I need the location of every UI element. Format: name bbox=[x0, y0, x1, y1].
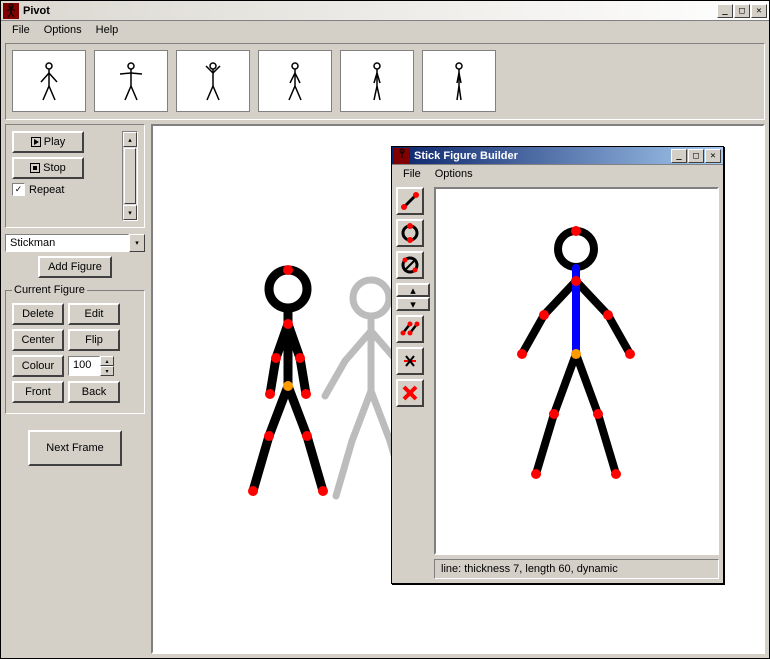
lower-area: Play Stop ✓ Repeat ▴ ▾ bbox=[5, 124, 765, 654]
frame-strip bbox=[5, 43, 765, 120]
builder-maximize-button[interactable]: □ bbox=[688, 149, 704, 163]
repeat-label: Repeat bbox=[29, 184, 64, 196]
size-value[interactable]: 100 bbox=[68, 356, 100, 376]
builder-canvas-wrap: line: thickness 7, length 60, dynamic bbox=[434, 187, 719, 579]
menu-options[interactable]: Options bbox=[37, 22, 89, 38]
toggle-tool-button[interactable] bbox=[396, 251, 424, 279]
play-button[interactable]: Play bbox=[12, 131, 84, 153]
builder-menu-file[interactable]: File bbox=[396, 166, 428, 182]
stop-button[interactable]: Stop bbox=[12, 157, 84, 179]
builder-title: Stick Figure Builder bbox=[412, 150, 671, 162]
flip-button[interactable]: Flip bbox=[68, 329, 120, 351]
line-tool-button[interactable] bbox=[396, 187, 424, 215]
window-buttons: _ □ ✕ bbox=[717, 4, 767, 18]
frame-thumb-6[interactable] bbox=[422, 50, 496, 112]
titlebar: Pivot _ □ ✕ bbox=[1, 1, 769, 21]
size-up-button[interactable]: ▴ bbox=[100, 356, 114, 366]
size-down-button[interactable]: ▾ bbox=[100, 366, 114, 376]
main-window: Pivot _ □ ✕ File Options Help bbox=[0, 0, 770, 659]
builder-app-icon bbox=[394, 148, 410, 164]
main-canvas[interactable]: Stick Figure Builder _ □ ✕ File Options bbox=[151, 124, 765, 654]
circle-tool-button[interactable] bbox=[396, 219, 424, 247]
builder-minimize-button[interactable]: _ bbox=[671, 149, 687, 163]
frame-thumb-1[interactable] bbox=[12, 50, 86, 112]
add-figure-button[interactable]: Add Figure bbox=[38, 256, 112, 278]
frame-thumb-2[interactable] bbox=[94, 50, 168, 112]
maximize-button[interactable]: □ bbox=[734, 4, 750, 18]
stop-icon bbox=[30, 163, 40, 173]
figure-dropdown-button[interactable]: ▾ bbox=[129, 234, 145, 252]
speed-scrollbar[interactable]: ▴ ▾ bbox=[122, 131, 138, 221]
play-icon bbox=[31, 137, 41, 147]
duplicate-tool-button[interactable] bbox=[396, 315, 424, 343]
back-button[interactable]: Back bbox=[68, 381, 120, 403]
minimize-button[interactable]: _ bbox=[717, 4, 733, 18]
builder-menu-options[interactable]: Options bbox=[428, 166, 480, 182]
next-frame-button[interactable]: Next Frame bbox=[28, 430, 121, 466]
frame-thumb-5[interactable] bbox=[340, 50, 414, 112]
builder-body: ▴ ▾ bbox=[392, 183, 723, 583]
front-button[interactable]: Front bbox=[12, 381, 64, 403]
delete-tool-button[interactable] bbox=[396, 379, 424, 407]
builder-menubar: File Options bbox=[392, 165, 723, 183]
current-figure-label: Current Figure bbox=[12, 284, 87, 296]
figure-select-row: Stickman ▾ Add Figure bbox=[5, 234, 145, 278]
builder-titlebar[interactable]: Stick Figure Builder _ □ ✕ bbox=[392, 147, 723, 165]
builder-close-button[interactable]: ✕ bbox=[705, 149, 721, 163]
scroll-thumb[interactable] bbox=[124, 148, 136, 204]
thickness-down-button[interactable]: ▾ bbox=[396, 297, 430, 311]
center-button[interactable]: Center bbox=[12, 329, 64, 351]
menu-file[interactable]: File bbox=[5, 22, 37, 38]
colour-button[interactable]: Colour bbox=[12, 355, 64, 377]
builder-tools: ▴ ▾ bbox=[396, 187, 430, 579]
app-icon bbox=[3, 3, 19, 19]
close-button[interactable]: ✕ bbox=[751, 4, 767, 18]
figure-dropdown[interactable]: Stickman ▾ bbox=[5, 234, 145, 252]
figure-dropdown-text: Stickman bbox=[5, 234, 129, 252]
builder-status-bar: line: thickness 7, length 60, dynamic bbox=[434, 559, 719, 579]
repeat-checkbox-row[interactable]: ✓ Repeat bbox=[12, 183, 116, 196]
current-figure-group: Current Figure Delete Edit Center Flip C… bbox=[5, 290, 145, 414]
menubar: File Options Help bbox=[1, 21, 769, 39]
edit-button[interactable]: Edit bbox=[68, 303, 120, 325]
menu-help[interactable]: Help bbox=[89, 22, 126, 38]
delete-button[interactable]: Delete bbox=[12, 303, 64, 325]
builder-canvas[interactable] bbox=[434, 187, 719, 555]
playback-group: Play Stop ✓ Repeat ▴ ▾ bbox=[5, 124, 145, 228]
frame-thumb-3[interactable] bbox=[176, 50, 250, 112]
scroll-down-button[interactable]: ▾ bbox=[123, 205, 137, 220]
builder-window[interactable]: Stick Figure Builder _ □ ✕ File Options bbox=[391, 146, 724, 584]
content: Play Stop ✓ Repeat ▴ ▾ bbox=[1, 39, 769, 658]
window-title: Pivot bbox=[21, 5, 717, 17]
thickness-up-button[interactable]: ▴ bbox=[396, 283, 430, 297]
scroll-up-button[interactable]: ▴ bbox=[123, 132, 137, 147]
frame-thumb-4[interactable] bbox=[258, 50, 332, 112]
repeat-checkbox[interactable]: ✓ bbox=[12, 183, 25, 196]
left-panel: Play Stop ✓ Repeat ▴ ▾ bbox=[5, 124, 145, 654]
static-tool-button[interactable] bbox=[396, 347, 424, 375]
size-spinner[interactable]: 100 ▴ ▾ bbox=[68, 356, 114, 376]
